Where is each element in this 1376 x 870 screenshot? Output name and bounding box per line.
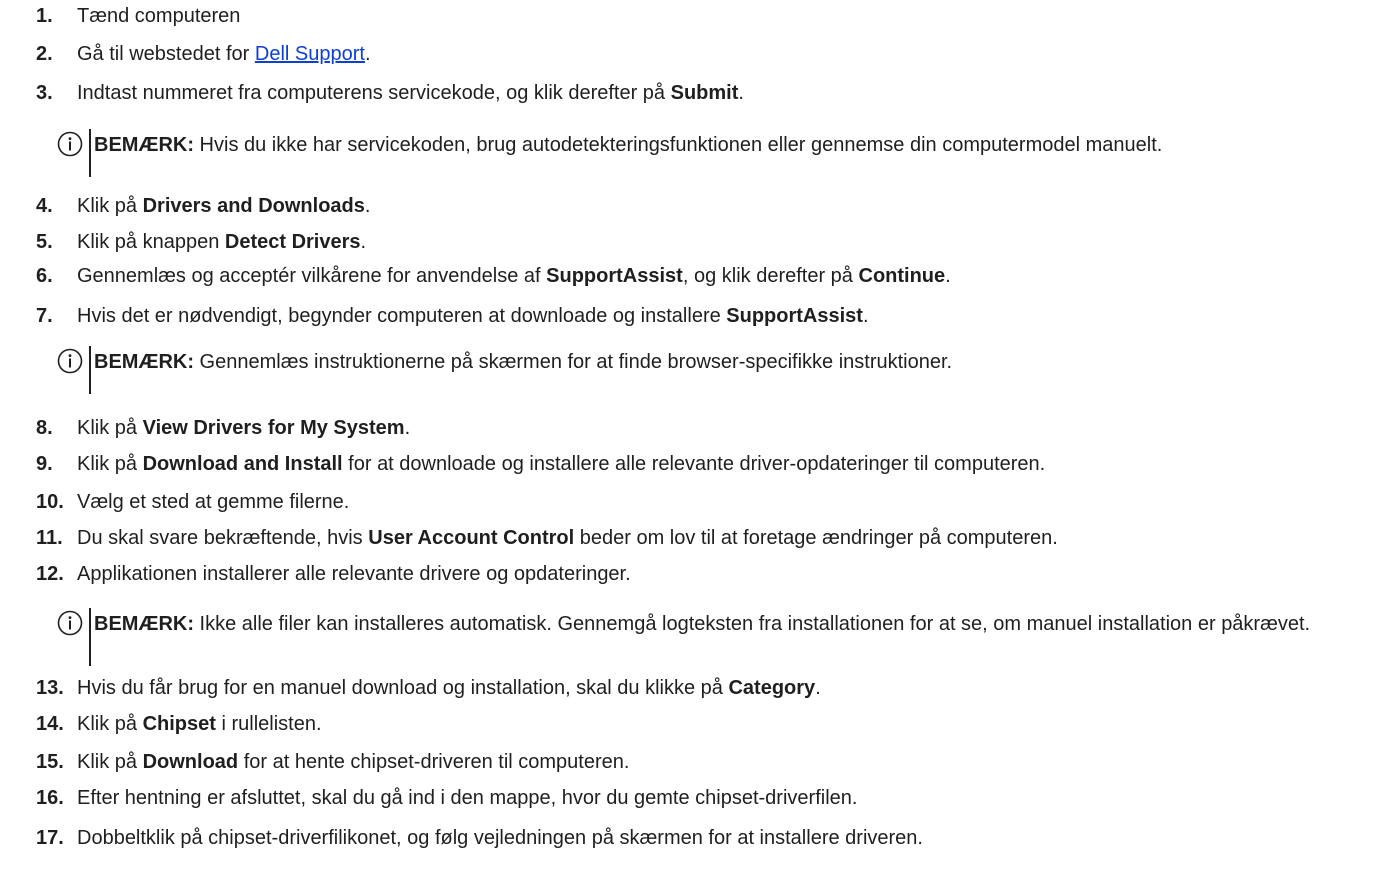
info-icon — [57, 348, 83, 374]
step-number: 16. — [36, 787, 64, 809]
step-text-segment: Klik på knappen — [77, 231, 225, 253]
ui-term: Detect Drivers — [224, 231, 361, 253]
step-text-segment: Klik på — [77, 417, 143, 439]
step-number: 17. — [36, 827, 64, 849]
step-text: Klik på Download for at hente chipset-dr… — [77, 750, 629, 774]
note-divider — [89, 129, 91, 177]
step-text-segment: for at hente chipset-driveren til comput… — [238, 751, 630, 773]
note-text: BEMÆRK: Ikke alle filer kan installeres … — [94, 610, 1372, 639]
step-text: Klik på knappen Detect Drivers. — [77, 230, 366, 254]
note-label: BEMÆRK: — [94, 351, 194, 373]
step-text-segment: Klik på — [77, 195, 143, 217]
ui-term: Chipset — [142, 713, 216, 735]
step-number: 14. — [36, 713, 64, 735]
step-number: 13. — [36, 677, 64, 699]
step-text: Gennemlæs og acceptér vilkårene for anve… — [77, 264, 951, 288]
note-2: BEMÆRK: Gennemlæs instruktionerne på skæ… — [57, 342, 1372, 398]
step-number: 2. — [36, 43, 53, 65]
instruction-document: 1. Tænd computeren 2. Gå til webstedet for … — [0, 0, 1376, 870]
step-number: 1. — [36, 5, 53, 27]
step-text-segment: . — [738, 82, 744, 104]
step-text: Klik på Chipset i rullelisten. — [77, 712, 322, 736]
step-number: 11. — [36, 527, 63, 549]
ui-term: Download — [142, 751, 239, 773]
step-text-segment: Efter hentning er afsluttet, skal du gå … — [77, 787, 858, 809]
ui-term: View Drivers for My System — [142, 417, 405, 439]
step-text-segment: Indtast nummeret fra computerens service… — [77, 82, 671, 104]
ui-term: Submit — [670, 82, 739, 104]
step-number: 3. — [36, 82, 53, 104]
step-text-segment: Gå til webstedet for — [77, 43, 255, 65]
step-text-segment: Klik på — [77, 453, 143, 475]
ui-term: Category — [728, 677, 816, 699]
note-body: Gennemlæs instruktionerne på skærmen for… — [194, 351, 953, 373]
step-text-segment: Klik på — [77, 751, 143, 773]
ui-term: Drivers and Downloads — [142, 195, 365, 217]
step-text-segment: for at downloade og installere alle rele… — [342, 453, 1046, 475]
step-text: Klik på View Drivers for My System. — [77, 416, 410, 440]
ui-term: SupportAssist — [726, 305, 863, 327]
note-text: BEMÆRK: Hvis du ikke har servicekoden, b… — [94, 131, 1372, 160]
ui-term: SupportAssist — [546, 265, 683, 287]
step-text-segment: Vælg et sted at gemme filerne. — [77, 491, 350, 513]
step-text-segment: i rullelisten. — [215, 713, 322, 735]
step-text-segment: . — [404, 417, 411, 439]
step-number: 12. — [36, 563, 64, 585]
step-text-segment: , og klik derefter på — [682, 265, 859, 287]
step-text-segment: Hvis det er nødvendigt, begynder compute… — [77, 305, 727, 327]
step-text-segment: Du skal svare bekræftende, hvis — [77, 527, 369, 549]
step-number: 10. — [36, 491, 64, 513]
ui-term: Download and Install — [142, 453, 343, 475]
step-text-segment: . — [815, 677, 821, 699]
ui-term: Continue — [858, 265, 946, 287]
step-text: Gå til webstedet for Dell Support. — [77, 42, 371, 66]
ui-term: User Account Control — [368, 527, 575, 549]
step-text: Du skal svare bekræftende, hvis User Acc… — [77, 526, 1058, 550]
note-body: Hvis du ikke har servicekoden, brug auto… — [194, 134, 1163, 156]
step-text: Klik på Download and Install for at down… — [77, 452, 1045, 476]
step-number: 15. — [36, 751, 64, 773]
step-text-segment: beder om lov til at foretage ændringer p… — [574, 527, 1058, 549]
note-1: BEMÆRK: Hvis du ikke har servicekoden, b… — [57, 125, 1372, 181]
step-number: 4. — [36, 195, 53, 217]
note-label: BEMÆRK: — [94, 134, 194, 156]
step-text: Hvis det er nødvendigt, begynder compute… — [77, 304, 869, 328]
info-icon — [57, 610, 83, 636]
step-text-segment: . — [364, 43, 371, 65]
step-text-segment: . — [364, 195, 371, 217]
step-text: Hvis du får brug for en manuel download … — [77, 676, 821, 700]
note-body: Ikke alle filer kan installeres automati… — [194, 613, 1311, 635]
step-text-segment: . — [360, 231, 367, 253]
note-divider — [89, 346, 91, 394]
step-text-segment: Gennemlæs og acceptér vilkårene for anve… — [77, 265, 547, 287]
step-number: 5. — [36, 231, 53, 253]
step-number: 9. — [36, 453, 53, 475]
step-text-segment: Tænd computeren — [77, 5, 241, 27]
note-divider — [89, 608, 91, 666]
step-text: Vælg et sted at gemme filerne. — [77, 490, 349, 514]
note-3: BEMÆRK: Ikke alle filer kan installeres … — [57, 604, 1372, 670]
step-text: Efter hentning er afsluttet, skal du gå … — [77, 786, 857, 810]
info-icon — [57, 131, 83, 157]
step-text-segment: Hvis du får brug for en manuel download … — [77, 677, 729, 699]
dell-support-link[interactable]: Dell Support — [255, 43, 365, 65]
step-number: 7. — [36, 305, 53, 327]
step-text: Indtast nummeret fra computerens service… — [77, 81, 744, 105]
step-text-segment: . — [945, 265, 951, 287]
step-number: 6. — [36, 265, 53, 287]
step-text: Tænd computeren — [77, 4, 240, 28]
note-text: BEMÆRK: Gennemlæs instruktionerne på skæ… — [94, 348, 1372, 377]
step-text-segment: Applikationen installerer alle relevante… — [77, 563, 631, 585]
note-label: BEMÆRK: — [94, 613, 194, 635]
step-text-segment: . — [862, 305, 869, 327]
step-text: Klik på Drivers and Downloads. — [77, 194, 370, 218]
step-text: Dobbeltklik på chipset-driverfilikonet, … — [77, 826, 923, 850]
step-number: 8. — [36, 417, 53, 439]
step-text-segment: Dobbeltklik på chipset-driverfilikonet, … — [77, 827, 923, 849]
step-text-segment: Klik på — [77, 713, 143, 735]
step-text: Applikationen installerer alle relevante… — [77, 562, 631, 586]
